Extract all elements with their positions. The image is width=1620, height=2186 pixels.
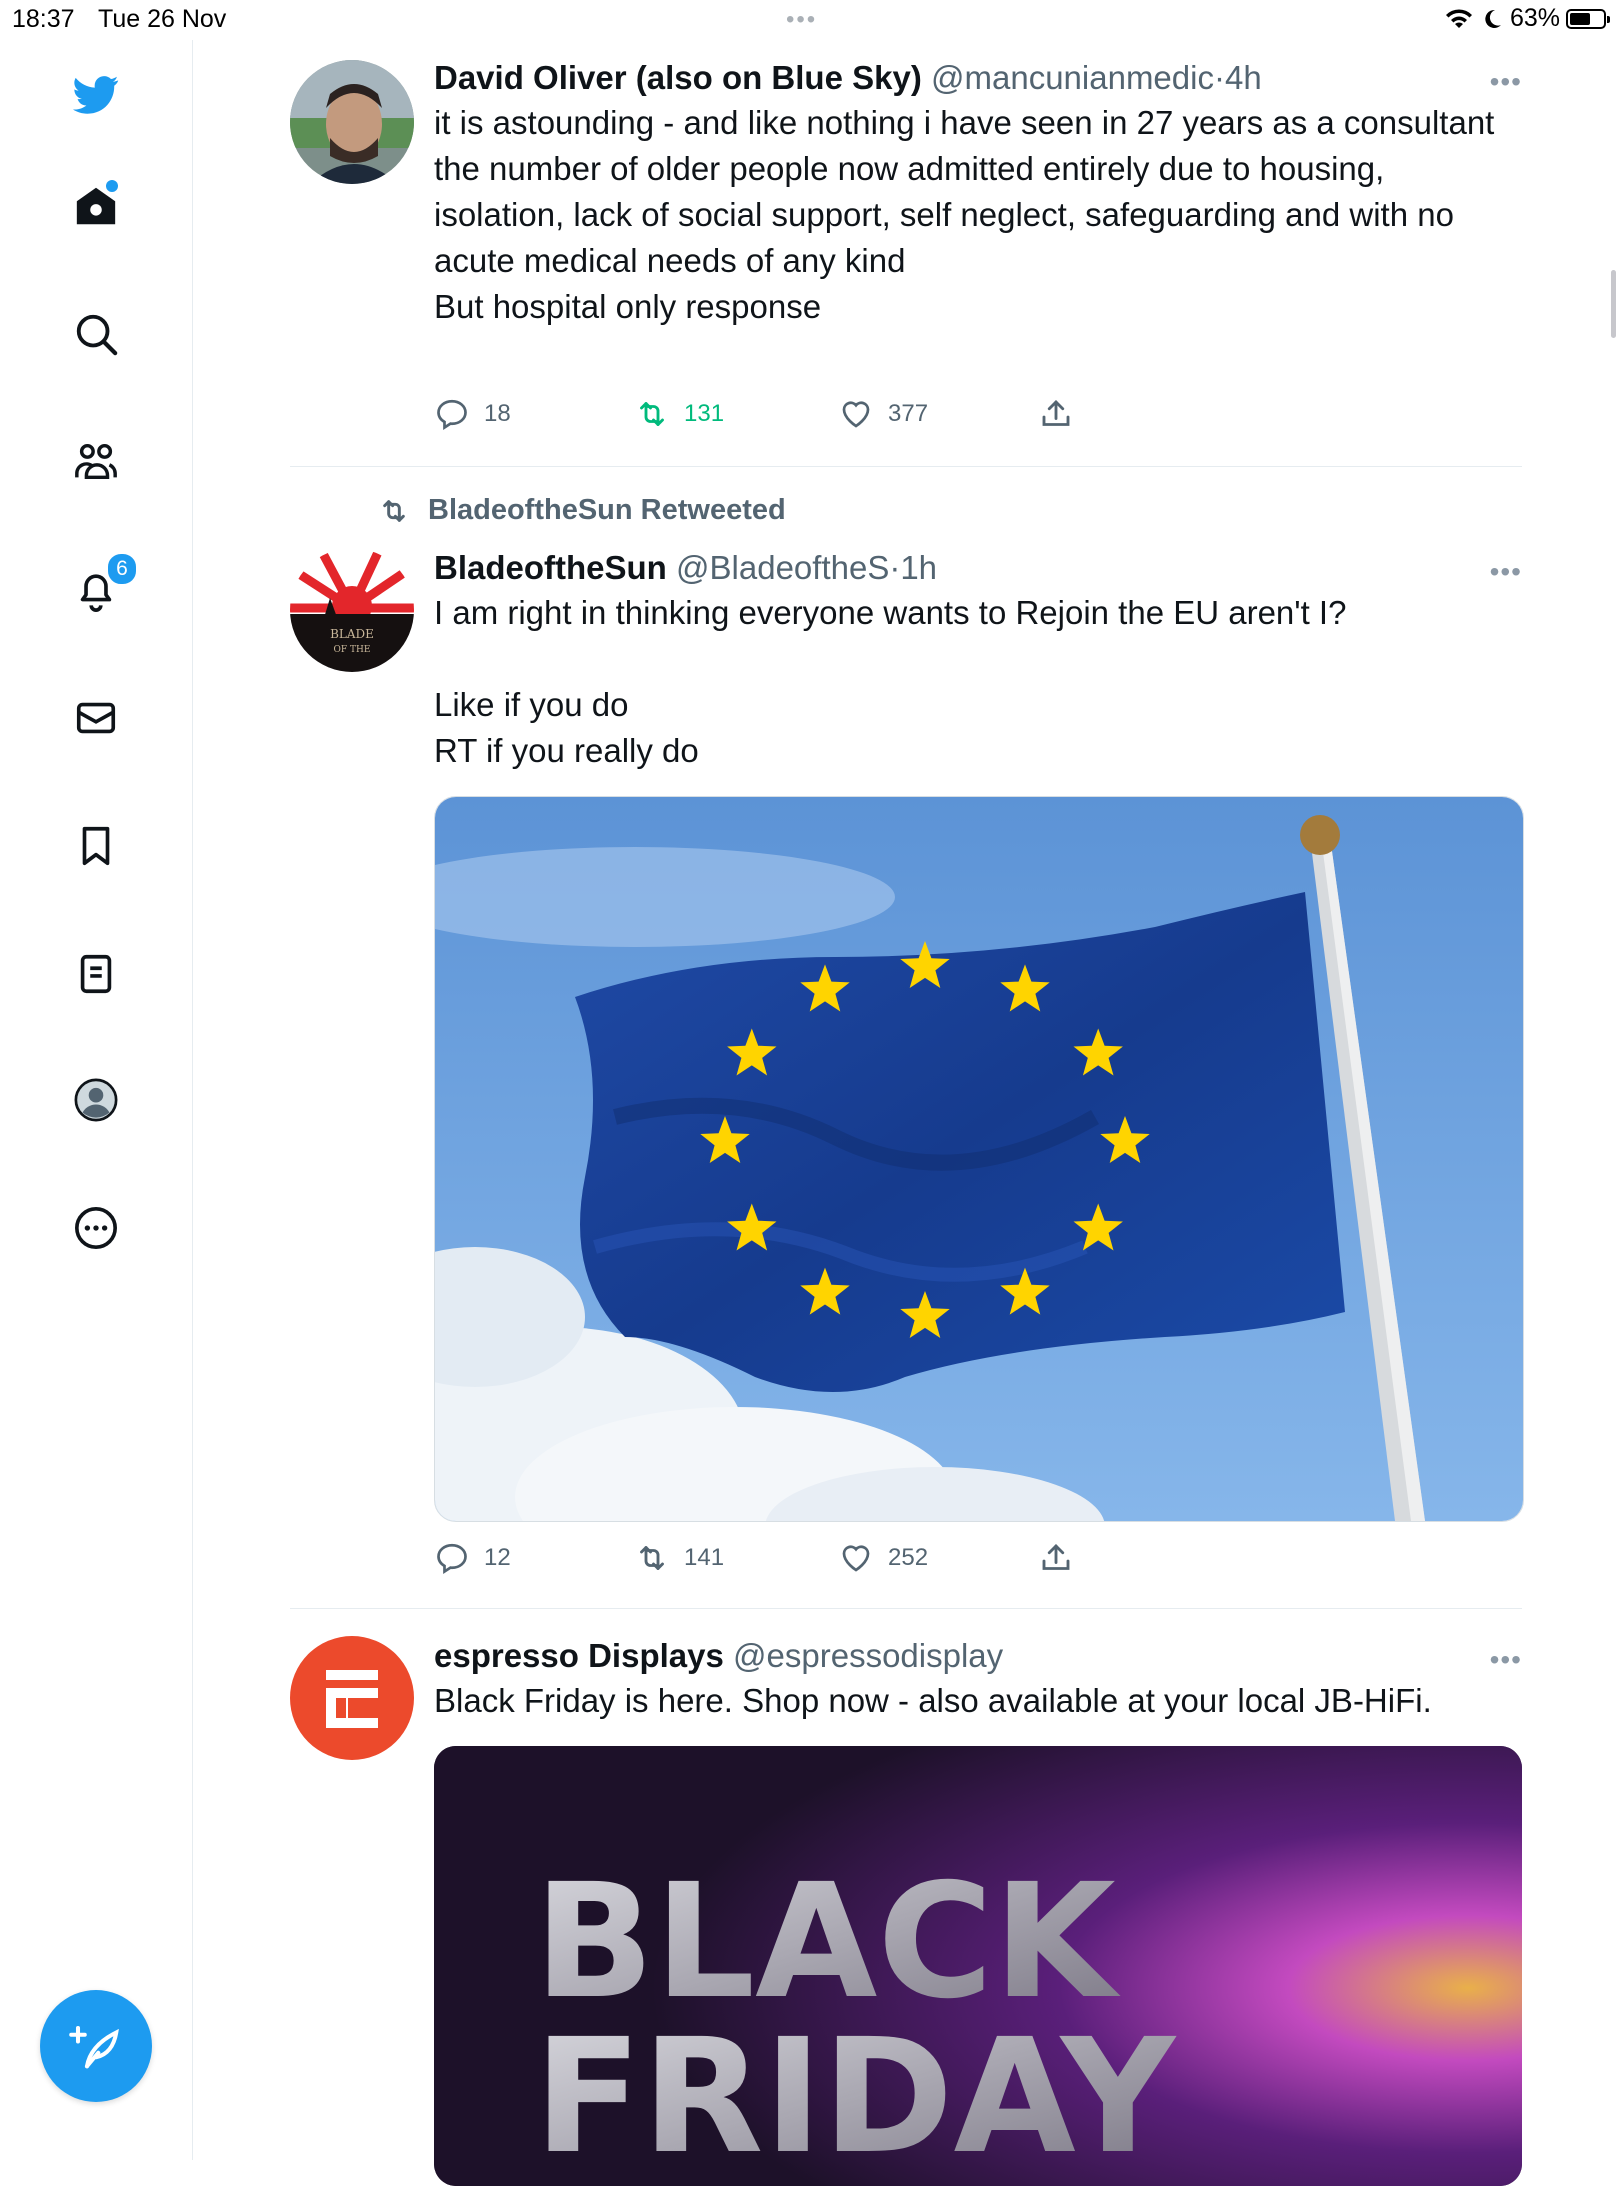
avatar[interactable]	[290, 60, 414, 184]
wifi-icon	[1445, 8, 1472, 28]
tweet-header: espresso Displays @espressodisplay	[434, 1636, 1522, 1676]
bell-icon[interactable]: 6	[66, 552, 138, 620]
tweet-header: David Oliver (also on Blue Sky) @mancuni…	[434, 58, 1522, 98]
avatar-text: OF THE	[334, 645, 371, 655]
retweeted-by-label: BladeoftheSun Retweeted	[428, 494, 786, 526]
retweet-button[interactable]: 141	[634, 1540, 724, 1576]
like-button[interactable]: 252	[838, 1540, 928, 1576]
divider	[290, 466, 1522, 467]
status-bar: 18:37 Tue 26 Nov ••• 63%	[0, 0, 1620, 40]
author-handle[interactable]: @BladeoftheS	[676, 549, 889, 586]
tweet-image[interactable]	[434, 796, 1524, 1522]
retweet-icon	[640, 1546, 664, 1570]
divider	[290, 1608, 1522, 1609]
retweeted-by[interactable]: BladeoftheSun Retweeted	[374, 494, 786, 527]
ad-headline-line-2: FRIDAY	[534, 2005, 1177, 2186]
profile-icon[interactable]	[66, 1070, 126, 1130]
bookmark-icon[interactable]	[66, 816, 126, 876]
retweet-count: 131	[684, 400, 725, 427]
lists-icon[interactable]	[66, 944, 126, 1004]
compose-button[interactable]	[40, 1990, 152, 2102]
heart-icon	[842, 1545, 870, 1572]
reply-icon	[437, 399, 467, 430]
tweet-text: it is astounding - and like nothing i ha…	[434, 104, 1495, 325]
twitter-bird-icon[interactable]	[66, 64, 126, 124]
eu-flag-image	[435, 797, 1523, 1521]
like-button[interactable]: 377	[838, 396, 928, 432]
retweet-button[interactable]: 131	[634, 396, 724, 432]
retweet-icon	[640, 402, 664, 426]
more-circle-icon[interactable]	[66, 1198, 126, 1258]
tweet-header: BladeoftheSun @BladeoftheS·1h	[434, 548, 1522, 588]
retweet-icon	[383, 499, 405, 522]
separator: ·	[1213, 59, 1225, 96]
avatar-text: BLADE	[330, 627, 374, 641]
share-button[interactable]	[1038, 1540, 1074, 1576]
like-count: 377	[888, 400, 929, 427]
reply-count: 18	[484, 400, 511, 427]
battery-fill	[1570, 12, 1591, 25]
retweet-count: 141	[684, 1544, 725, 1571]
tweet-text: I am right in thinking everyone wants to…	[434, 594, 1347, 769]
status-date: Tue 26 Nov	[98, 5, 227, 33]
status-right: 63%	[1444, 4, 1610, 33]
heart-icon	[842, 401, 870, 428]
multitasking-dots[interactable]: •••	[786, 6, 817, 34]
share-button[interactable]	[1038, 396, 1074, 432]
like-count: 252	[888, 1544, 929, 1571]
tweet-image[interactable]: BLACK FRIDAY	[434, 1746, 1522, 2186]
more-options-icon[interactable]: •••	[1482, 1644, 1522, 1675]
moon-icon	[1485, 9, 1501, 28]
separator: ·	[889, 549, 901, 586]
author-name[interactable]: espresso Displays	[434, 1637, 724, 1674]
share-icon	[1042, 1543, 1070, 1570]
reply-icon	[437, 1543, 467, 1574]
notifications-badge: 6	[106, 552, 138, 586]
battery-percent: 63%	[1509, 4, 1560, 32]
reply-count: 12	[484, 1544, 511, 1571]
sidebar-nav: 6	[0, 40, 193, 2160]
avatar[interactable]	[290, 1636, 414, 1760]
reply-button[interactable]: 12	[434, 1540, 511, 1576]
mail-icon[interactable]	[66, 688, 126, 748]
tweet-time[interactable]: 1h	[900, 549, 937, 586]
avatar[interactable]: BLADE OF THE	[290, 548, 414, 672]
tweet-card[interactable]: David Oliver (also on Blue Sky) @mancuni…	[290, 58, 1522, 458]
author-name[interactable]: BladeoftheSun	[434, 549, 667, 586]
tweet-actions: 12 141 252	[434, 1540, 1094, 1580]
black-friday-ad: BLACK FRIDAY	[434, 1746, 1522, 2186]
search-icon[interactable]	[66, 304, 126, 364]
status-time: 18:37	[12, 5, 75, 33]
compose-feather-icon	[69, 2025, 119, 2069]
home-unread-dot	[106, 180, 118, 192]
tweet-card[interactable]: BladeoftheSun Retweeted BLADE OF THE Bla…	[290, 494, 1524, 1614]
scroll-indicator[interactable]	[1611, 270, 1616, 338]
tweet-text: Black Friday is here. Shop now - also av…	[434, 1682, 1432, 1719]
more-options-icon[interactable]: •••	[1482, 556, 1522, 587]
communities-icon[interactable]	[66, 432, 126, 492]
tweet-actions: 18 131 377	[434, 396, 1094, 436]
share-icon	[1042, 399, 1070, 426]
tweet-time[interactable]: 4h	[1225, 59, 1262, 96]
author-name[interactable]: David Oliver (also on Blue Sky)	[434, 59, 922, 96]
tweet-card[interactable]: espresso Displays @espressodisplay ••• B…	[290, 1636, 1522, 2186]
reply-button[interactable]: 18	[434, 396, 511, 432]
author-handle[interactable]: @mancunianmedic	[931, 59, 1214, 96]
battery-icon	[1566, 8, 1610, 29]
more-options-icon[interactable]: •••	[1482, 66, 1522, 97]
author-handle[interactable]: @espressodisplay	[733, 1637, 1003, 1674]
home-icon[interactable]	[66, 176, 126, 236]
